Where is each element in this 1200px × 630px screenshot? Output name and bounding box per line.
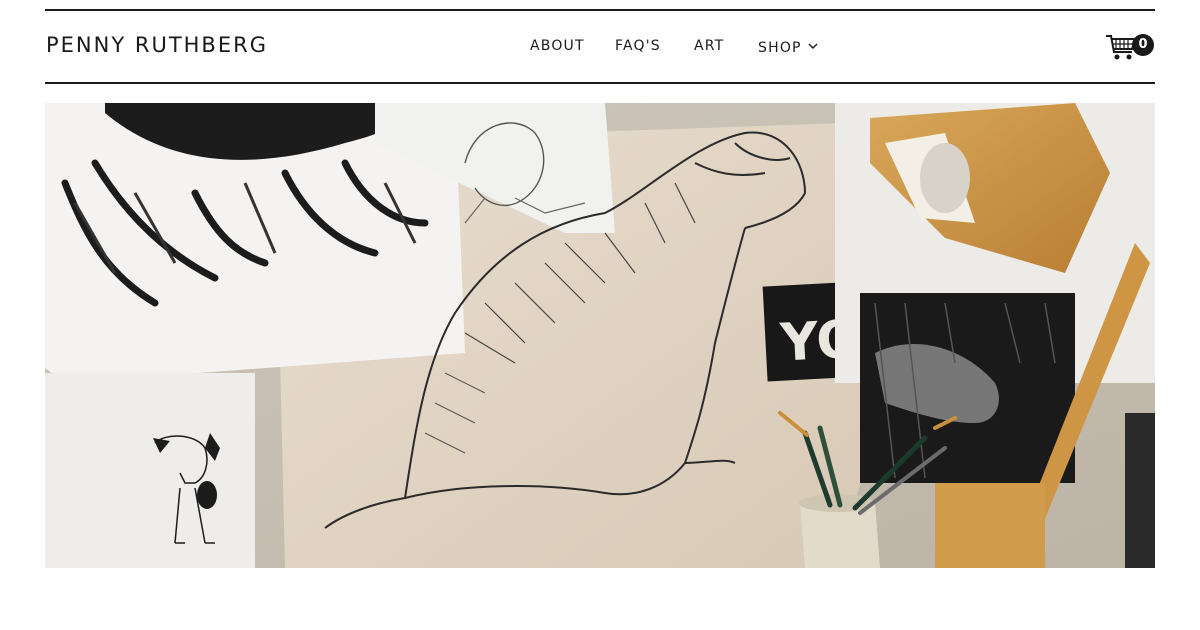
nav-item-faqs[interactable]: FAQ'S [615,38,661,54]
nav-item-shop-label: SHOP [758,40,802,56]
nav-item-shop[interactable]: SHOP [758,38,818,56]
nav-item-about[interactable]: ABOUT [530,38,585,54]
nav-item-art[interactable]: ART [694,38,724,54]
chevron-down-icon [808,38,818,54]
dog-sketch-paper [45,373,255,568]
brush-cup [800,503,880,568]
hero-image: YOU [45,103,1155,568]
cart-button[interactable]: 0 [1104,28,1158,64]
header-bottom-rule [45,82,1155,84]
cart-count-badge: 0 [1132,34,1154,56]
header-top-rule [45,9,1155,11]
main-nav: ABOUT FAQ'S ART SHOP [0,38,1200,58]
desk-lamp-base [935,483,1045,568]
